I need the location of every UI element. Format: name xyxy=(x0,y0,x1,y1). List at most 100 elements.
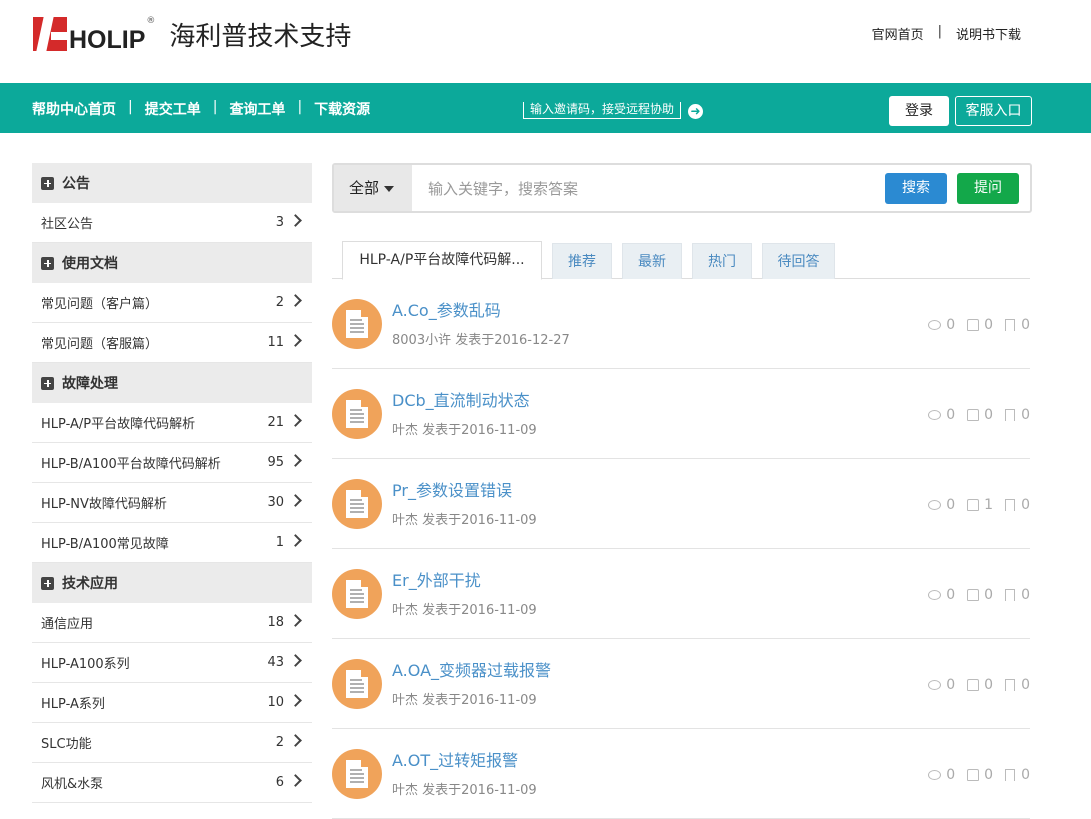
post-title[interactable]: A.OA_变频器过载报警 xyxy=(392,657,551,681)
category-header[interactable]: 故障处理 xyxy=(32,363,312,403)
favorite-count[interactable]: 0 xyxy=(1005,407,1030,423)
tab-hlp-ap[interactable]: HLP-A/P平台故障代码解... xyxy=(342,241,542,280)
chevron-right-icon xyxy=(289,534,302,547)
invite-code-link[interactable]: 输入邀请码，接受远程协助 ➜ xyxy=(523,101,704,119)
expand-plus-icon[interactable] xyxy=(41,176,54,190)
comment-count[interactable]: 0 xyxy=(928,767,955,783)
sidebar-item-label: 社区公告 xyxy=(41,217,94,232)
list-item[interactable]: DCb_直流制动状态 叶杰 发表于2016-11-09 0 0 0 xyxy=(332,369,1030,459)
comment-count-value: 0 xyxy=(946,407,956,423)
like-count-value: 0 xyxy=(984,317,994,333)
bookmark-icon xyxy=(1005,769,1016,781)
sidebar-item[interactable]: 通信应用 18 xyxy=(32,603,312,643)
like-count[interactable]: 0 xyxy=(967,677,993,693)
tab-hot[interactable]: 热门 xyxy=(692,243,752,279)
comment-count[interactable]: 0 xyxy=(928,317,955,333)
like-count[interactable]: 0 xyxy=(967,767,993,783)
like-count[interactable]: 1 xyxy=(967,497,993,513)
list-item[interactable]: Pr_参数设置错误 叶杰 发表于2016-11-09 0 1 0 xyxy=(332,459,1030,549)
sidebar-item[interactable]: 常见问题（客服篇） 11 xyxy=(32,323,312,363)
category-title: 公告 xyxy=(62,176,90,192)
comment-count[interactable]: 0 xyxy=(928,587,955,603)
tab-unanswered[interactable]: 待回答 xyxy=(762,243,835,279)
official-home-link[interactable]: 官网首页 xyxy=(872,24,924,43)
favorite-count[interactable]: 0 xyxy=(1005,587,1030,603)
post-meta: 8003小许 发表于2016-12-27 xyxy=(392,333,570,348)
favorite-count[interactable]: 0 xyxy=(1005,317,1030,333)
sidebar-item[interactable]: 常见问题（客户篇） 2 xyxy=(32,283,312,323)
nav-submit-ticket[interactable]: 提交工单 xyxy=(145,99,201,119)
post-meta: 叶杰 发表于2016-11-09 xyxy=(392,693,537,708)
favorite-count[interactable]: 0 xyxy=(1005,767,1030,783)
tab-latest[interactable]: 最新 xyxy=(622,243,682,279)
favorite-count[interactable]: 0 xyxy=(1005,677,1030,693)
document-avatar-icon xyxy=(332,659,382,709)
logo[interactable]: HOLIP ® 海利普技术支持 xyxy=(33,16,351,55)
sidebar-item[interactable]: HLP-NV故障代码解析 30 xyxy=(32,483,312,523)
document-avatar-icon xyxy=(332,569,382,619)
list-item[interactable]: Er_外部干扰 叶杰 发表于2016-11-09 0 0 0 xyxy=(332,549,1030,639)
expand-plus-icon[interactable] xyxy=(41,256,54,270)
comment-count-value: 0 xyxy=(946,317,956,333)
like-count[interactable]: 0 xyxy=(967,317,993,333)
sidebar-item-count: 95 xyxy=(267,455,284,470)
list-item[interactable]: A.OA_变频器过载报警 叶杰 发表于2016-11-09 0 0 0 xyxy=(332,639,1030,729)
post-title[interactable]: DCb_直流制动状态 xyxy=(392,387,530,411)
search-input[interactable]: 输入关键字，搜索答案 xyxy=(428,178,578,199)
tab-recommended[interactable]: 推荐 xyxy=(552,243,612,279)
nav-query-ticket[interactable]: 查询工单 xyxy=(229,99,285,119)
comment-icon xyxy=(928,320,942,330)
registered-mark: ® xyxy=(146,16,156,26)
post-title[interactable]: A.OT_过转矩报警 xyxy=(392,747,518,771)
comment-count[interactable]: 0 xyxy=(928,407,955,423)
post-title[interactable]: Er_外部干扰 xyxy=(392,567,481,591)
post-stats: 0 0 0 xyxy=(928,767,1030,783)
category-header[interactable]: 技术应用 xyxy=(32,563,312,603)
like-count[interactable]: 0 xyxy=(967,587,993,603)
arrow-right-circle-icon[interactable]: ➜ xyxy=(688,104,704,119)
manual-download-link[interactable]: 说明书下载 xyxy=(956,24,1021,43)
like-count-value: 0 xyxy=(984,767,994,783)
login-button[interactable]: 登录 xyxy=(889,96,949,126)
nav-download-resources[interactable]: 下载资源 xyxy=(314,99,370,119)
sidebar-item[interactable]: HLP-A100系列 43 xyxy=(32,643,312,683)
thumbs-up-icon xyxy=(967,589,980,601)
sidebar-item[interactable]: 风机&水泵 6 xyxy=(32,763,312,803)
comment-count[interactable]: 0 xyxy=(928,497,955,513)
search-scope-dropdown[interactable]: 全部 xyxy=(334,165,412,211)
favorite-count[interactable]: 0 xyxy=(1005,497,1030,513)
category-header[interactable]: 公告 xyxy=(32,163,312,203)
sidebar-item[interactable]: HLP-A/P平台故障代码解析 21 xyxy=(32,403,312,443)
sidebar-item-label: HLP-A100系列 xyxy=(41,657,130,672)
logo-text: HOLIP xyxy=(69,26,146,54)
nav-help-home[interactable]: 帮助中心首页 xyxy=(32,99,116,119)
favorite-count-value: 0 xyxy=(1021,317,1030,333)
sidebar-item[interactable]: HLP-A系列 10 xyxy=(32,683,312,723)
comment-count[interactable]: 0 xyxy=(928,677,955,693)
chevron-right-icon xyxy=(289,454,302,467)
category-header[interactable]: 使用文档 xyxy=(32,243,312,283)
sidebar-item[interactable]: 社区公告 3 xyxy=(32,203,312,243)
sidebar-item[interactable]: HLP-B/A100常见故障 1 xyxy=(32,523,312,563)
sidebar-item[interactable]: SLC功能 2 xyxy=(32,723,312,763)
invite-code-text[interactable]: 输入邀请码，接受远程协助 xyxy=(523,101,682,119)
list-item[interactable]: A.OT_过转矩报警 叶杰 发表于2016-11-09 0 0 0 xyxy=(332,729,1030,819)
service-entry-button[interactable]: 客服入口 xyxy=(955,96,1032,126)
sidebar-item[interactable]: HLP-B/A100平台故障代码解析 95 xyxy=(32,443,312,483)
search-button[interactable]: 搜索 xyxy=(885,173,947,204)
chevron-right-icon xyxy=(289,494,302,507)
chevron-right-icon xyxy=(289,214,302,227)
list-item[interactable]: A.Co_参数乱码 8003小许 发表于2016-12-27 0 0 0 xyxy=(332,279,1030,369)
search-scope-label: 全部 xyxy=(349,179,380,197)
chevron-right-icon xyxy=(289,694,302,707)
document-avatar-icon xyxy=(332,389,382,439)
post-title[interactable]: A.Co_参数乱码 xyxy=(392,297,501,321)
like-count[interactable]: 0 xyxy=(967,407,993,423)
category-title: 故障处理 xyxy=(62,376,118,392)
search-bar: 全部 输入关键字，搜索答案 搜索 提问 xyxy=(332,163,1032,213)
post-title[interactable]: Pr_参数设置错误 xyxy=(392,477,512,501)
expand-plus-icon[interactable] xyxy=(41,576,54,590)
category-title: 使用文档 xyxy=(62,256,118,272)
expand-plus-icon[interactable] xyxy=(41,376,54,390)
ask-question-button[interactable]: 提问 xyxy=(957,173,1019,204)
